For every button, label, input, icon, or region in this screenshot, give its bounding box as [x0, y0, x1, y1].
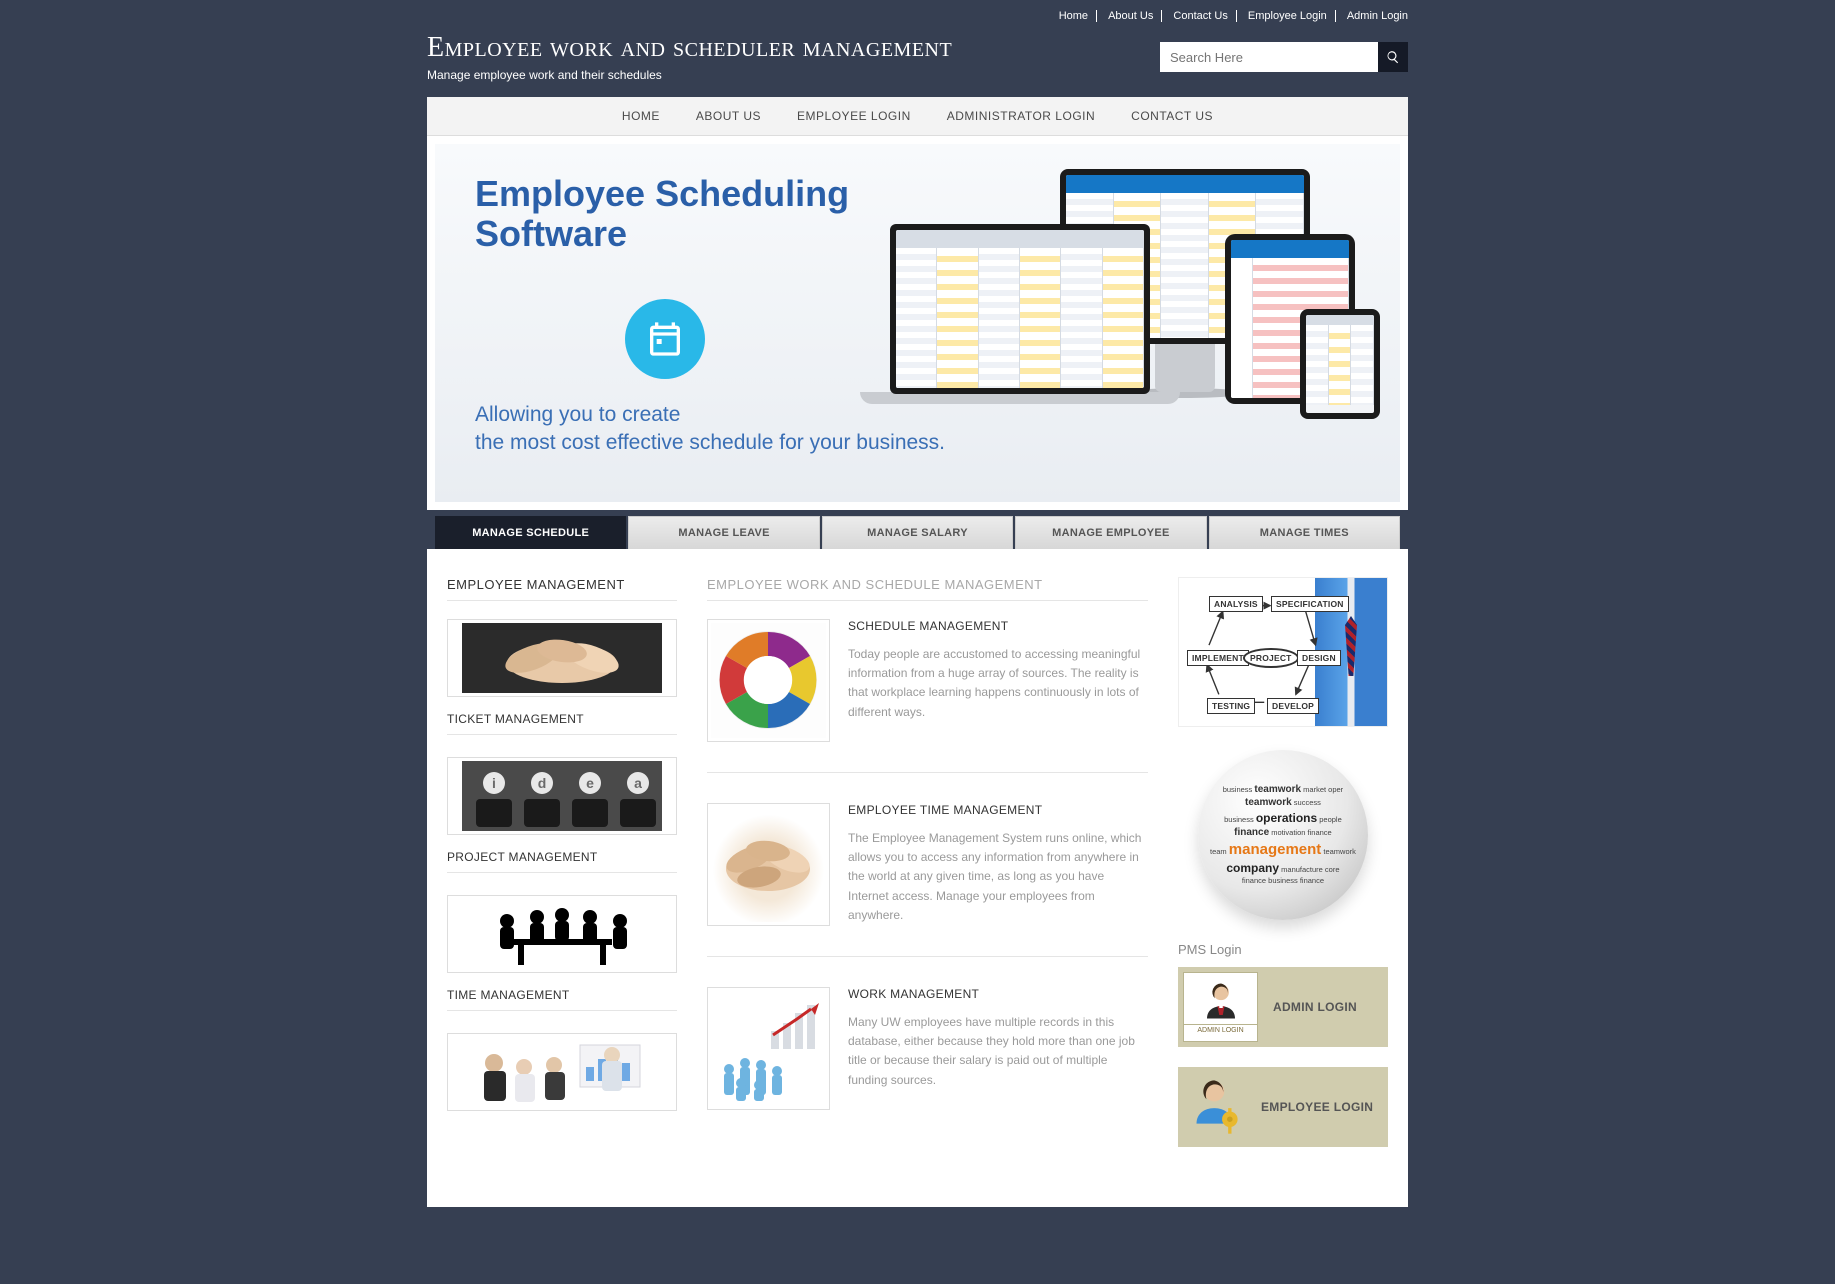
thumb-presentation-icon — [451, 1037, 673, 1107]
thumb-growth-icon — [711, 991, 826, 1106]
nav-employee-login[interactable]: EMPLOYEE LOGIN — [779, 97, 929, 135]
nav-admin-login[interactable]: ADMINISTRATOR LOGIN — [929, 97, 1113, 135]
admin-icon-caption: ADMIN LOGIN — [1184, 1024, 1257, 1034]
dev-node-analysis: ANALYSIS — [1209, 596, 1263, 612]
side-block-last — [447, 1033, 677, 1111]
utility-nav: Home About Us Contact Us Employee Login … — [427, 0, 1408, 27]
thumb-cycle-icon — [711, 623, 826, 738]
dev-node-design: DESIGN — [1297, 650, 1341, 666]
tab-manage-schedule[interactable]: MANAGE SCHEDULE — [435, 516, 626, 549]
tab-manage-salary[interactable]: MANAGE SALARY — [822, 516, 1013, 549]
article-title: SCHEDULE MANAGEMENT — [848, 619, 1148, 633]
util-link-employee-login[interactable]: Employee Login — [1240, 10, 1336, 22]
article-body: Many UW employees have multiple records … — [848, 1013, 1148, 1090]
article-body: The Employee Management System runs onli… — [848, 829, 1148, 925]
content-body: EMPLOYEE MANAGEMENT TICKET MANAGEMENT i d… — [427, 549, 1408, 1207]
admin-avatar-icon: ADMIN LOGIN — [1183, 972, 1258, 1042]
util-link-home[interactable]: Home — [1051, 10, 1097, 22]
pms-login-heading: PMS Login — [1178, 942, 1388, 957]
util-link-admin-login[interactable]: Admin Login — [1339, 10, 1408, 22]
brand: Employee work and scheduler management M… — [427, 32, 952, 82]
calendar-icon — [625, 299, 705, 379]
sidebar-heading: EMPLOYEE MANAGEMENT — [447, 577, 677, 601]
hero-devices-illustration — [810, 164, 1370, 474]
dev-node-project: PROJECT — [1243, 648, 1299, 668]
article-title: EMPLOYEE TIME MANAGEMENT — [848, 803, 1148, 817]
article-title: WORK MANAGEMENT — [848, 987, 1148, 1001]
thumb-meeting-icon — [451, 899, 673, 969]
employee-avatar-icon — [1186, 1075, 1246, 1140]
svg-text:i: i — [492, 775, 496, 791]
side-title-ticket: TICKET MANAGEMENT — [447, 712, 677, 735]
sidebar-left: EMPLOYEE MANAGEMENT TICKET MANAGEMENT i d… — [447, 577, 677, 1167]
search-input[interactable] — [1160, 42, 1378, 72]
svg-text:a: a — [634, 775, 642, 791]
dev-node-testing: TESTING — [1207, 698, 1255, 714]
article-body: Today people are accustomed to accessing… — [848, 645, 1148, 722]
thumb-idea-icon: idea — [451, 761, 673, 831]
hero-frame: Employee Scheduling Software Allowing yo… — [427, 136, 1408, 510]
tab-manage-employee[interactable]: MANAGE EMPLOYEE — [1015, 516, 1206, 549]
dev-node-develop: DEVELOP — [1267, 698, 1319, 714]
search-button[interactable] — [1378, 42, 1408, 72]
nav-contact[interactable]: CONTACT US — [1113, 97, 1231, 135]
sidebar-right: ANALYSIS SPECIFICATION IMPLEMENT PROJECT… — [1178, 577, 1388, 1167]
tab-manage-leave[interactable]: MANAGE LEAVE — [628, 516, 819, 549]
util-link-contact[interactable]: Contact Us — [1165, 10, 1236, 22]
nav-about[interactable]: ABOUT US — [678, 97, 779, 135]
wordcloud-sphere-icon: business teamwork market oper teamwork s… — [1198, 750, 1368, 920]
admin-login-button[interactable]: ADMIN LOGIN ADMIN LOGIN — [1178, 967, 1388, 1047]
main-nav: HOME ABOUT US EMPLOYEE LOGIN ADMINISTRAT… — [427, 97, 1408, 136]
site-subtitle: Manage employee work and their schedules — [427, 68, 952, 82]
promo-management-sphere: business teamwork market oper teamwork s… — [1178, 737, 1388, 932]
site-title: Employee work and scheduler management — [427, 32, 952, 64]
side-block-time: TIME MANAGEMENT — [447, 895, 677, 1011]
admin-login-label: ADMIN LOGIN — [1273, 1000, 1357, 1014]
main-column: EMPLOYEE WORK AND SCHEDULE MANAGEMENT — [707, 577, 1148, 1167]
article-work: WORK MANAGEMENT Many UW employees have m… — [707, 987, 1148, 1140]
hero-banner: Employee Scheduling Software Allowing yo… — [435, 144, 1400, 502]
side-block-ticket: TICKET MANAGEMENT — [447, 619, 677, 735]
side-title-time: TIME MANAGEMENT — [447, 988, 677, 1011]
search-icon — [1386, 50, 1400, 64]
article-time: EMPLOYEE TIME MANAGEMENT The Employee Ma… — [707, 803, 1148, 957]
tab-manage-times[interactable]: MANAGE TIMES — [1209, 516, 1400, 549]
dev-node-implement: IMPLEMENT — [1187, 650, 1249, 666]
dev-node-specification: SPECIFICATION — [1271, 596, 1349, 612]
employee-login-button[interactable]: EMPLOYEE LOGIN — [1178, 1067, 1388, 1147]
svg-text:e: e — [586, 775, 594, 791]
promo-dev-process: ANALYSIS SPECIFICATION IMPLEMENT PROJECT… — [1178, 577, 1388, 727]
search-form — [1160, 42, 1408, 72]
thumb-teamhands-icon — [711, 807, 826, 922]
employee-login-label: EMPLOYEE LOGIN — [1261, 1100, 1373, 1114]
nav-home[interactable]: HOME — [604, 97, 678, 135]
main-heading: EMPLOYEE WORK AND SCHEDULE MANAGEMENT — [707, 577, 1148, 601]
side-block-project: i d e a PROJECT MANAGEMENT — [447, 757, 677, 873]
dev-process-diagram: ANALYSIS SPECIFICATION IMPLEMENT PROJECT… — [1179, 578, 1387, 726]
tab-bar: MANAGE SCHEDULE MANAGE LEAVE MANAGE SALA… — [427, 510, 1408, 549]
article-schedule: SCHEDULE MANAGEMENT Today people are acc… — [707, 619, 1148, 773]
side-title-project: PROJECT MANAGEMENT — [447, 850, 677, 873]
thumb-hands-icon — [451, 623, 673, 693]
util-link-about[interactable]: About Us — [1100, 10, 1162, 22]
svg-text:d: d — [538, 775, 547, 791]
